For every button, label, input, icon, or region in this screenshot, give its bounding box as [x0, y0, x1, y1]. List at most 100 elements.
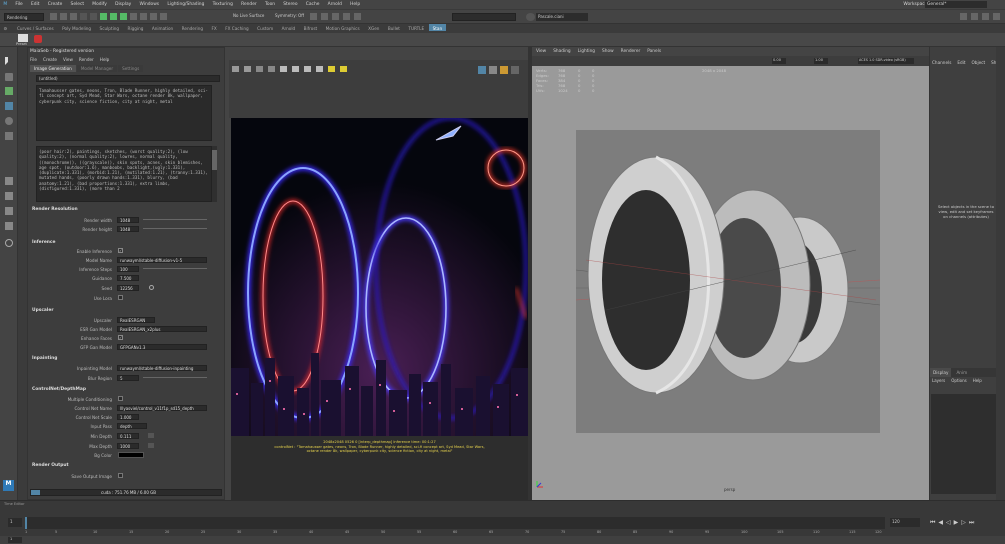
time-indicator[interactable]: [25, 517, 27, 529]
shelf-tab[interactable]: Motion Graphics: [322, 24, 363, 31]
steps-slider[interactable]: [143, 268, 207, 269]
maya-logo-icon[interactable]: M: [0, 0, 11, 7]
menu-stereo[interactable]: Stereo: [280, 0, 301, 7]
mash-logo-icon[interactable]: M: [3, 480, 14, 491]
tab-settings[interactable]: Settings: [118, 65, 144, 72]
no-live-surface[interactable]: No Live Surface: [233, 13, 264, 18]
shelf-tab[interactable]: Custom: [254, 24, 277, 31]
inpaint-select[interactable]: runwayml/stable-diffusion-inpainting: [117, 365, 207, 371]
enhance-faces-checkbox[interactable]: ✓: [118, 335, 123, 340]
shelf-tab[interactable]: Sculpting: [96, 24, 123, 31]
camera-icon[interactable]: [244, 66, 251, 72]
shelf-tab[interactable]: Bifrost: [300, 24, 321, 31]
pick-max-depth-icon[interactable]: [148, 443, 154, 448]
go-end-icon[interactable]: ⏭: [969, 519, 974, 527]
viewport-menu-show[interactable]: Show: [602, 49, 614, 54]
shelf-tab[interactable]: Curves / Surfaces: [13, 24, 57, 31]
figure-icon[interactable]: [328, 66, 335, 72]
settings-icon[interactable]: [511, 66, 519, 74]
login-select[interactable]: Pascale.ciani: [536, 13, 588, 21]
render-settings-icon[interactable]: [332, 13, 339, 20]
section-upscaler[interactable]: Upscaler: [32, 308, 220, 316]
cn-name-select[interactable]: lllyasviel/control_v11f1p_sd15_depth: [117, 405, 207, 411]
layout-side-icon[interactable]: [5, 207, 13, 215]
height-input[interactable]: 1048: [117, 226, 139, 232]
snap-curve-icon[interactable]: [140, 13, 147, 20]
move-icon[interactable]: [292, 66, 299, 72]
menu-create[interactable]: Create: [44, 0, 65, 7]
time-slider[interactable]: [25, 517, 885, 529]
shelf-tab[interactable]: FX: [208, 24, 220, 31]
snap-view-icon[interactable]: [160, 13, 167, 20]
outliner-icon[interactable]: [5, 222, 13, 230]
mode-select[interactable]: Rendering: [4, 13, 44, 21]
shelf-tab[interactable]: TURTLE: [405, 24, 428, 31]
viewport-menu-view[interactable]: View: [536, 49, 546, 54]
min-depth-input[interactable]: 0.111: [117, 433, 139, 439]
panel-menu-view[interactable]: View: [63, 57, 73, 62]
move-tool-icon[interactable]: [5, 102, 13, 110]
paint-select-icon[interactable]: [5, 87, 13, 95]
redo-icon[interactable]: [90, 13, 97, 20]
step-back-icon[interactable]: ◀: [938, 519, 943, 527]
snap-point-icon[interactable]: [150, 13, 157, 20]
snap-grid-icon[interactable]: [130, 13, 137, 20]
workspace-select[interactable]: General*: [925, 1, 987, 8]
user-avatar-icon[interactable]: [526, 13, 535, 21]
color-icon[interactable]: [500, 66, 508, 74]
anim-tab[interactable]: Anim: [953, 368, 970, 377]
menu-toon[interactable]: Toon: [262, 0, 279, 7]
stan-render-icon[interactable]: [34, 35, 42, 43]
viewport-menu-renderer[interactable]: Renderer: [621, 49, 641, 54]
shelf-gear-icon[interactable]: ⚙: [0, 24, 12, 31]
menu-cache[interactable]: Cache: [302, 0, 322, 7]
menu-render[interactable]: Render: [238, 0, 260, 7]
section-controlnet[interactable]: ControlNet/DepthMap: [32, 387, 220, 395]
menu-file[interactable]: File: [12, 0, 26, 7]
negative-scrollbar[interactable]: [212, 146, 217, 202]
shelf-tab[interactable]: Arnold: [278, 24, 299, 31]
current-frame-input[interactable]: 1: [8, 518, 22, 527]
section-inpainting[interactable]: Inpainting: [32, 356, 220, 364]
undo-icon[interactable]: [80, 13, 87, 20]
region-icon[interactable]: [489, 66, 497, 74]
layer-help-menu[interactable]: Help: [973, 378, 982, 383]
modeling-toolkit-icon[interactable]: [960, 13, 967, 20]
render-frame-icon[interactable]: [310, 13, 317, 20]
blur-input[interactable]: 5: [117, 375, 139, 381]
cn-scale-input[interactable]: 1.000: [117, 414, 139, 420]
negative-prompt-textarea[interactable]: (poor hair:2), paintings, sketches, (wor…: [36, 146, 212, 202]
preset-select[interactable]: (untitled): [36, 75, 220, 82]
play-icon[interactable]: ▶: [954, 519, 959, 527]
select-tool-icon[interactable]: [5, 57, 13, 65]
input-pass-select[interactable]: depth: [117, 423, 147, 429]
menu-select[interactable]: Select: [67, 0, 87, 7]
scale-tool-icon[interactable]: [5, 132, 13, 140]
display-tab[interactable]: Display: [930, 368, 952, 377]
layout-single-icon[interactable]: [5, 177, 13, 185]
panel-menu-file[interactable]: File: [30, 57, 37, 62]
model-select[interactable]: runwayml/stable-diffusion-v1-5: [117, 257, 207, 263]
shelf-tab[interactable]: Rendering: [178, 24, 206, 31]
ipr-render-icon[interactable]: [321, 13, 328, 20]
width-slider[interactable]: [143, 219, 207, 220]
fit-icon[interactable]: [268, 66, 275, 72]
esr-select[interactable]: RealESRGAN_x2plus: [117, 326, 207, 332]
select-object-icon[interactable]: [110, 13, 117, 20]
save-scene-icon[interactable]: [70, 13, 77, 20]
shelf-tab[interactable]: Animation: [148, 24, 176, 31]
hypershade-icon[interactable]: [343, 13, 350, 20]
channel-box-icon[interactable]: [993, 13, 1000, 20]
viewport-menu-lighting[interactable]: Lighting: [578, 49, 595, 54]
side-tabs-strip[interactable]: [996, 47, 1005, 500]
menu-display[interactable]: Display: [112, 0, 135, 7]
layout-four-icon[interactable]: [5, 192, 13, 200]
channel-object-menu[interactable]: Object: [971, 60, 985, 65]
tool-settings-icon[interactable]: [982, 13, 989, 20]
maya-viewport[interactable]: View Shading Lighting Show Renderer Pane…: [532, 47, 929, 500]
menu-modify[interactable]: Modify: [89, 0, 110, 7]
command-input[interactable]: [452, 13, 516, 21]
color-space-select[interactable]: ACES 1.0 SDR-video (sRGB): [858, 58, 914, 64]
viewport-menu-panels[interactable]: Panels: [647, 49, 661, 54]
max-depth-input[interactable]: 1000: [117, 443, 139, 449]
